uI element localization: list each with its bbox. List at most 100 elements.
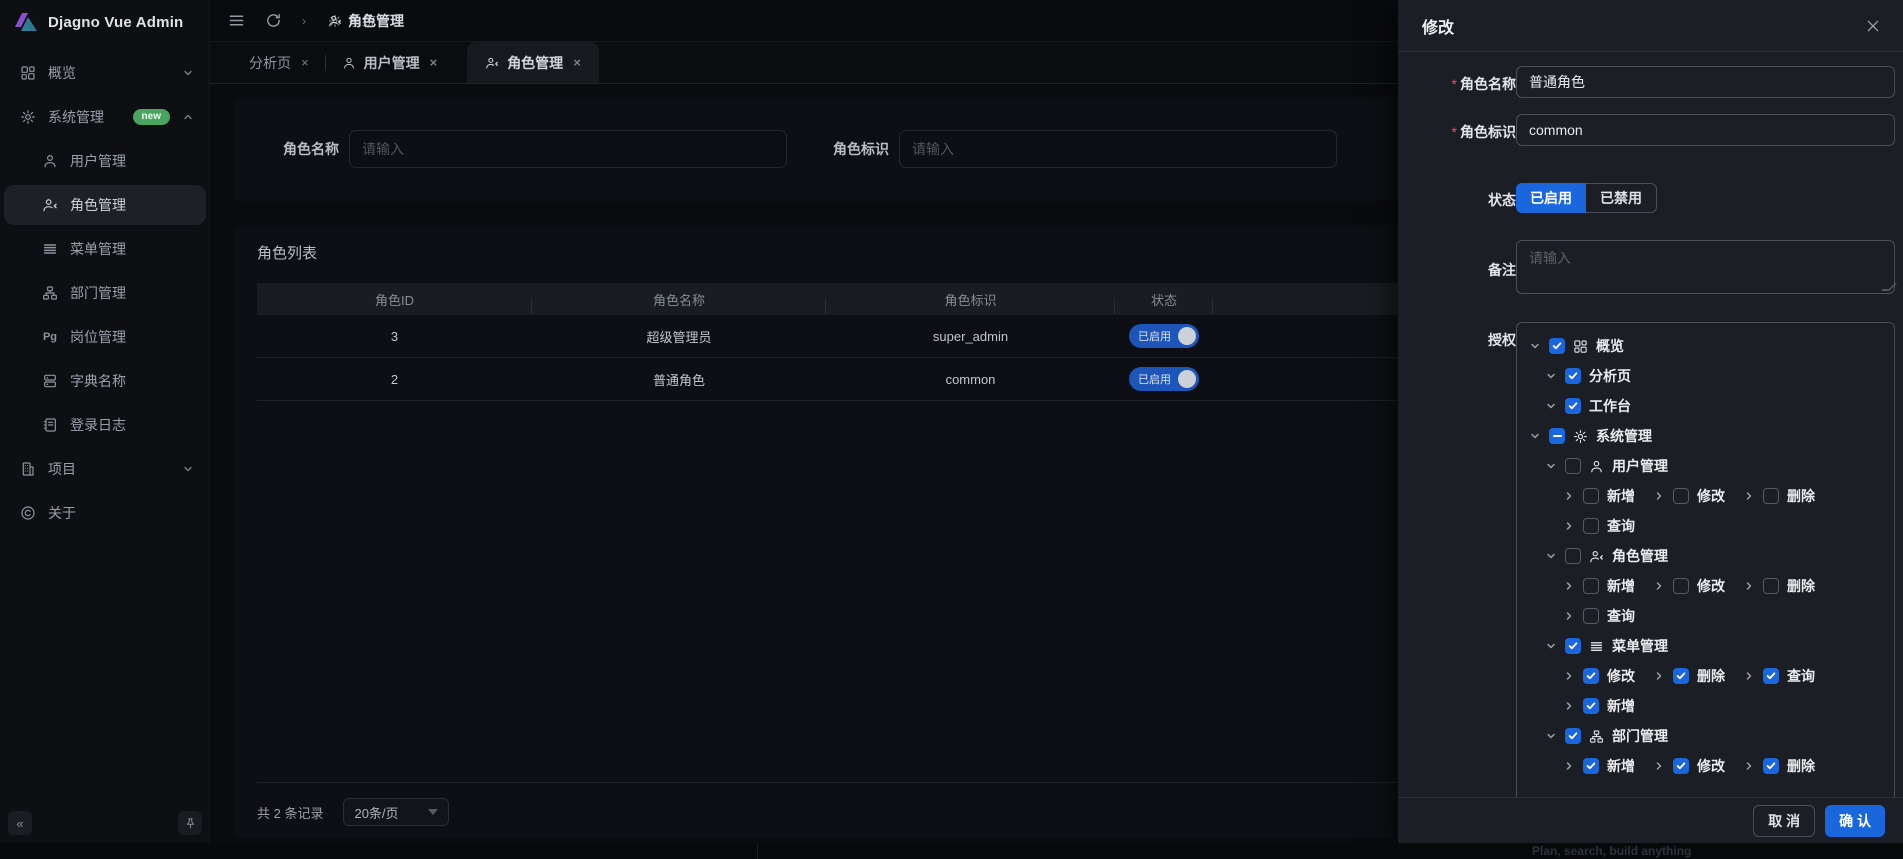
chevron-right-icon[interactable] xyxy=(1563,610,1575,622)
checkbox-unchecked[interactable] xyxy=(1565,548,1581,564)
chevron-right-icon[interactable] xyxy=(1563,490,1575,502)
checkbox-checked[interactable] xyxy=(1565,638,1581,654)
sidebar-item-about[interactable]: 关于 xyxy=(4,493,206,533)
checkbox-checked[interactable] xyxy=(1673,758,1689,774)
chevron-right-icon[interactable] xyxy=(1653,760,1665,772)
chevron-right-icon[interactable] xyxy=(1563,580,1575,592)
tree-node-query[interactable]: 查询 xyxy=(1563,516,1635,536)
role-name-search-input[interactable] xyxy=(349,130,787,168)
tree-node-edit[interactable]: 修改 xyxy=(1653,576,1725,596)
close-icon[interactable] xyxy=(1865,18,1881,34)
tab-close-icon[interactable]: × xyxy=(301,55,309,70)
chevron-down-icon[interactable] xyxy=(1545,640,1557,652)
sidebar-item-roles[interactable]: 角色管理 xyxy=(4,185,206,225)
tree-node-departments[interactable]: 部门管理 xyxy=(1545,726,1668,746)
checkbox-unchecked[interactable] xyxy=(1763,488,1779,504)
chevron-right-icon[interactable] xyxy=(1563,700,1575,712)
checkbox-checked[interactable] xyxy=(1549,338,1565,354)
sidebar-item-dictionary[interactable]: 字典名称 xyxy=(4,361,206,401)
tree-node-delete[interactable]: 删除 xyxy=(1743,486,1815,506)
tree-node-add[interactable]: 新增 xyxy=(1563,576,1635,596)
checkbox-checked[interactable] xyxy=(1763,668,1779,684)
sidebar-item-projects[interactable]: 项目 xyxy=(4,449,206,489)
chevron-right-icon[interactable] xyxy=(1563,760,1575,772)
checkbox-checked[interactable] xyxy=(1583,668,1599,684)
tab-roles[interactable]: 角色管理 × xyxy=(467,42,599,83)
tree-node-edit[interactable]: 修改 xyxy=(1653,756,1725,776)
tab-users[interactable]: 用户管理 × xyxy=(326,42,454,83)
checkbox-checked[interactable] xyxy=(1583,698,1599,714)
chevron-down-icon[interactable] xyxy=(1545,460,1557,472)
chevron-right-icon[interactable] xyxy=(1743,580,1755,592)
sidebar-pin-button[interactable] xyxy=(178,811,202,835)
tree-node-users[interactable]: 用户管理 xyxy=(1545,456,1668,476)
chevron-right-icon[interactable] xyxy=(1563,520,1575,532)
checkbox-checked[interactable] xyxy=(1673,668,1689,684)
hamburger-icon[interactable] xyxy=(228,12,245,29)
tree-node-workbench[interactable]: 工作台 xyxy=(1545,396,1631,416)
tab-analysis[interactable]: 分析页 × xyxy=(233,42,325,83)
chevron-down-icon[interactable] xyxy=(1545,550,1557,562)
chevron-right-icon[interactable] xyxy=(1653,580,1665,592)
sidebar-item-login-logs[interactable]: 登录日志 xyxy=(4,405,206,445)
checkbox-checked[interactable] xyxy=(1763,758,1779,774)
confirm-button[interactable]: 确 认 xyxy=(1825,805,1885,837)
chevron-down-icon[interactable] xyxy=(1529,430,1541,442)
chevron-down-icon[interactable] xyxy=(1529,340,1541,352)
tree-node-analysis[interactable]: 分析页 xyxy=(1545,366,1631,386)
chevron-down-icon[interactable] xyxy=(1545,730,1557,742)
checkbox-checked[interactable] xyxy=(1583,758,1599,774)
checkbox-unchecked[interactable] xyxy=(1583,488,1599,504)
checkbox-unchecked[interactable] xyxy=(1673,488,1689,504)
chevron-right-icon[interactable] xyxy=(1653,670,1665,682)
tree-node-add[interactable]: 新增 xyxy=(1563,486,1635,506)
cancel-button[interactable]: 取 消 xyxy=(1753,805,1815,837)
chevron-down-icon[interactable] xyxy=(1545,400,1557,412)
tree-node-query[interactable]: 查询 xyxy=(1563,606,1635,626)
sidebar-collapse-button[interactable]: « xyxy=(8,811,32,835)
sidebar-item-posts[interactable]: Pg 岗位管理 xyxy=(4,317,206,357)
tree-node-delete[interactable]: 删除 xyxy=(1653,666,1725,686)
tree-node-add[interactable]: 新增 xyxy=(1563,756,1635,776)
tree-node-overview[interactable]: 概览 xyxy=(1529,336,1624,356)
chevron-right-icon[interactable] xyxy=(1653,490,1665,502)
checkbox-unchecked[interactable] xyxy=(1583,578,1599,594)
sidebar-item-departments[interactable]: 部门管理 xyxy=(4,273,206,313)
tab-close-icon[interactable]: × xyxy=(430,55,438,70)
role-name-input[interactable] xyxy=(1516,66,1895,98)
remark-textarea[interactable] xyxy=(1516,240,1895,294)
checkbox-checked[interactable] xyxy=(1565,368,1581,384)
sidebar-item-users[interactable]: 用户管理 xyxy=(4,141,206,181)
tree-node-roles[interactable]: 角色管理 xyxy=(1545,546,1668,566)
tree-node-edit[interactable]: 修改 xyxy=(1563,666,1635,686)
refresh-icon[interactable] xyxy=(265,12,282,29)
tree-node-edit[interactable]: 修改 xyxy=(1653,486,1725,506)
tree-node-delete[interactable]: 删除 xyxy=(1743,576,1815,596)
role-code-search-input[interactable] xyxy=(899,130,1337,168)
sidebar-item-menus[interactable]: 菜单管理 xyxy=(4,229,206,269)
chevron-right-icon[interactable] xyxy=(1563,670,1575,682)
checkbox-unchecked[interactable] xyxy=(1565,458,1581,474)
page-size-select[interactable]: 20条/页 xyxy=(343,798,449,826)
checkbox-checked[interactable] xyxy=(1565,728,1581,744)
role-code-input[interactable] xyxy=(1516,114,1895,146)
tree-node-system[interactable]: 系统管理 xyxy=(1529,426,1652,446)
tree-node-add[interactable]: 新增 xyxy=(1563,696,1635,716)
checkbox-indeterminate[interactable] xyxy=(1549,428,1565,444)
status-toggle[interactable]: 已启用 xyxy=(1129,367,1199,391)
chevron-right-icon[interactable] xyxy=(1743,760,1755,772)
logo[interactable]: Djagno Vue Admin xyxy=(0,0,210,44)
chevron-right-icon[interactable] xyxy=(1743,490,1755,502)
status-toggle[interactable]: 已启用 xyxy=(1129,324,1199,348)
checkbox-unchecked[interactable] xyxy=(1673,578,1689,594)
checkbox-checked[interactable] xyxy=(1565,398,1581,414)
status-option-enabled[interactable]: 已启用 xyxy=(1516,183,1586,213)
tree-node-menus[interactable]: 菜单管理 xyxy=(1545,636,1668,656)
tree-node-query[interactable]: 查询 xyxy=(1743,666,1815,686)
sidebar-item-overview[interactable]: 概览 xyxy=(4,53,206,93)
tree-node-delete[interactable]: 删除 xyxy=(1743,756,1815,776)
chevron-right-icon[interactable] xyxy=(1743,670,1755,682)
chevron-down-icon[interactable] xyxy=(1545,370,1557,382)
checkbox-unchecked[interactable] xyxy=(1583,518,1599,534)
checkbox-unchecked[interactable] xyxy=(1763,578,1779,594)
